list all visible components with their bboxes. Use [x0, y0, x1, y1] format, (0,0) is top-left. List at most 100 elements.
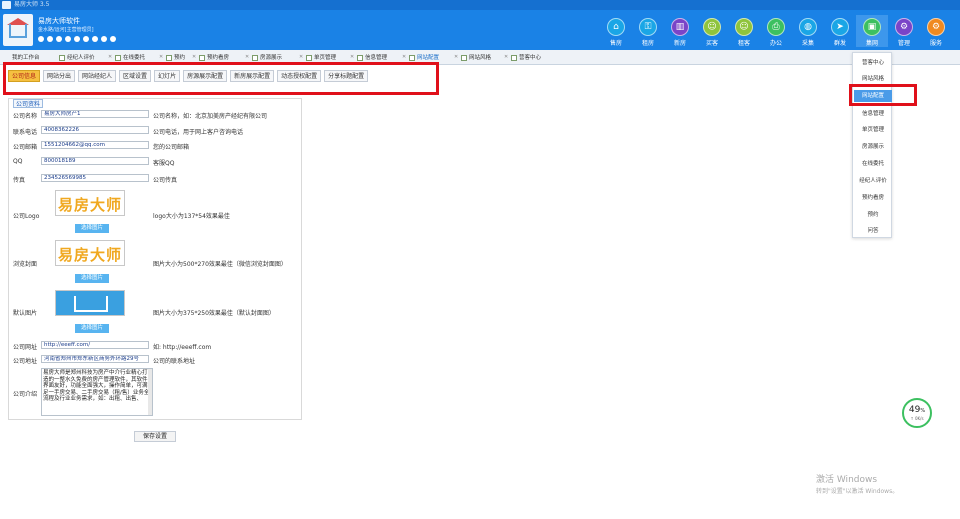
- save-button[interactable]: 保存设置: [134, 431, 176, 442]
- logo-label: 公司Logo: [13, 213, 40, 220]
- nav-8[interactable]: ▣ 集网: [856, 15, 888, 47]
- nav-label: 租房: [641, 40, 654, 47]
- gear-icon: ⚙: [927, 18, 945, 36]
- quick-icons: [38, 36, 116, 42]
- quick-icon[interactable]: [47, 36, 53, 42]
- nav-2[interactable]: ▥ 新房: [664, 15, 696, 47]
- menu-item-5[interactable]: 房源展示: [853, 141, 893, 153]
- tab-label: 营客中心: [519, 55, 542, 61]
- nav-7[interactable]: ➤ 群发: [824, 15, 856, 47]
- logo-select-button[interactable]: 选择图片: [75, 224, 109, 233]
- field-input[interactable]: 800018189: [41, 157, 149, 165]
- field-label: QQ: [13, 158, 23, 165]
- field-hint: 公司名称，如：北京加美房产经纪有限公司: [153, 113, 268, 120]
- main-nav: ⌂ 售房 ⚿ 租房 ▥ 新房 ☺ 买客 ☺ 租客 ⎙ 办公 ◍ 采集 ➤ 群发 ▣ 集网 ⚙ 管理 ⚙ 服务: [600, 15, 952, 47]
- logo-hint: logo大小为137*54效果最佳: [153, 213, 230, 220]
- tab-label: 网站风格: [469, 55, 492, 61]
- field-label: 联系电话: [13, 129, 38, 136]
- nav-0[interactable]: ⌂ 售房: [600, 15, 632, 47]
- tab-10[interactable]: 营客中心: [510, 52, 541, 64]
- menu-item-8[interactable]: 预约看房: [853, 192, 893, 204]
- nav-10[interactable]: ⚙ 服务: [920, 15, 952, 47]
- nav-5[interactable]: ⎙ 办公: [760, 15, 792, 47]
- field-input[interactable]: 4008362226: [41, 126, 149, 134]
- cover-select-button[interactable]: 选择图片: [75, 274, 109, 283]
- brand-name: 易房大师软件: [38, 17, 80, 25]
- tab-icon: [306, 55, 312, 61]
- tab-close-icon[interactable]: ✕: [504, 51, 508, 63]
- tab-9[interactable]: 网站风格: [460, 52, 491, 64]
- nav-label: 买客: [705, 40, 718, 47]
- field-input[interactable]: 易房大师房产1: [41, 110, 149, 118]
- tab-label: 预约: [174, 55, 186, 61]
- nav-6[interactable]: ◍ 采集: [792, 15, 824, 47]
- field-hint: 公司电话，用于网上客户咨询电话: [153, 129, 244, 136]
- nav-label: 群发: [833, 40, 846, 47]
- nav-label: 租客: [737, 40, 750, 47]
- person-icon: ☺: [703, 18, 721, 36]
- network-gauge: 49% ↑ 0K/s: [902, 398, 932, 428]
- tab-close-icon[interactable]: ✕: [454, 51, 458, 63]
- gauge-percent: 49: [908, 405, 921, 415]
- intro-scrollbar[interactable]: [148, 369, 152, 415]
- field-hint: 您的公司邮箱: [153, 144, 190, 151]
- tab-icon: [199, 55, 205, 61]
- intro-textarea[interactable]: 易房大师是郑州科技为房产中介行业精心打造的一整水久免费的房产管理软件，其软件界面…: [41, 368, 153, 416]
- menu-item-6[interactable]: 在线委托: [853, 158, 893, 170]
- nav-9[interactable]: ⚙ 管理: [888, 15, 920, 47]
- globe-icon: ◍: [799, 18, 817, 36]
- menu-item-4[interactable]: 单页管理: [853, 124, 893, 136]
- tab-label: 信息管理: [365, 55, 388, 61]
- field-label: 公司名称: [13, 113, 38, 120]
- cover-image: 易房大师: [55, 240, 125, 266]
- section-title: 公司资料: [13, 99, 44, 108]
- nav-label: 采集: [801, 40, 814, 47]
- net-icon: ▣: [863, 18, 881, 36]
- tab-icon: [357, 55, 363, 61]
- quick-icon[interactable]: [38, 36, 44, 42]
- menu-item-7[interactable]: 经纪人评价: [853, 175, 893, 187]
- field-input[interactable]: 234526569985: [41, 174, 149, 182]
- building-icon: ▥: [671, 18, 689, 36]
- nav-4[interactable]: ☺ 租客: [728, 15, 760, 47]
- quick-icon[interactable]: [101, 36, 107, 42]
- quick-icon[interactable]: [65, 36, 71, 42]
- person-icon: ☺: [735, 18, 753, 36]
- nav-label: 管理: [897, 40, 910, 47]
- nav-label: 办公: [769, 40, 782, 47]
- menu-item-0[interactable]: 营客中心: [853, 57, 893, 69]
- nav-label: 售房: [609, 40, 622, 47]
- nav-1[interactable]: ⚿ 租房: [632, 15, 664, 47]
- key-icon: ⚿: [639, 18, 657, 36]
- address-hint: 公司的联系地址: [153, 358, 196, 365]
- menu-item-9[interactable]: 预约: [853, 209, 893, 221]
- quick-icon[interactable]: [110, 36, 116, 42]
- tab-label: 在线委托: [123, 55, 146, 61]
- default-image: [55, 290, 125, 316]
- logo-image: 易房大师: [55, 190, 125, 216]
- default-image-label: 默认图片: [13, 310, 38, 317]
- address-input[interactable]: 河南省郑州市郑东新区商务外环路29号: [41, 355, 149, 363]
- website-input[interactable]: http://eeeff.com/: [41, 341, 149, 349]
- window-title: 易房大师 3.5: [14, 1, 50, 8]
- highlight-box-menu: [849, 84, 917, 106]
- tab-label: 我的工作台: [12, 55, 40, 61]
- company-info-panel: 公司资料 公司名称 易房大师房产1 公司名称，如：北京加美房产经纪有限公司联系电话 4…: [8, 98, 302, 420]
- address-label: 公司地址: [13, 358, 38, 365]
- quick-icon[interactable]: [92, 36, 98, 42]
- tab-icon: [115, 55, 121, 61]
- nav-label: 服务: [929, 40, 942, 47]
- menu-item-10[interactable]: 问答: [853, 225, 893, 237]
- default-image-select-button[interactable]: 选择图片: [75, 324, 109, 333]
- tab-icon: [511, 55, 517, 61]
- cover-hint: 图片大小为500*270效果最佳（微信浏览封面图）: [153, 261, 287, 268]
- field-label: 公司邮箱: [13, 144, 38, 151]
- nav-3[interactable]: ☺ 买客: [696, 15, 728, 47]
- tab-icon: [409, 55, 415, 61]
- quick-icon[interactable]: [74, 36, 80, 42]
- send-icon: ➤: [831, 18, 849, 36]
- quick-icon[interactable]: [83, 36, 89, 42]
- field-input[interactable]: 1551204662@qq.com: [41, 141, 149, 149]
- menu-item-3[interactable]: 信息管理: [853, 108, 893, 120]
- quick-icon[interactable]: [56, 36, 62, 42]
